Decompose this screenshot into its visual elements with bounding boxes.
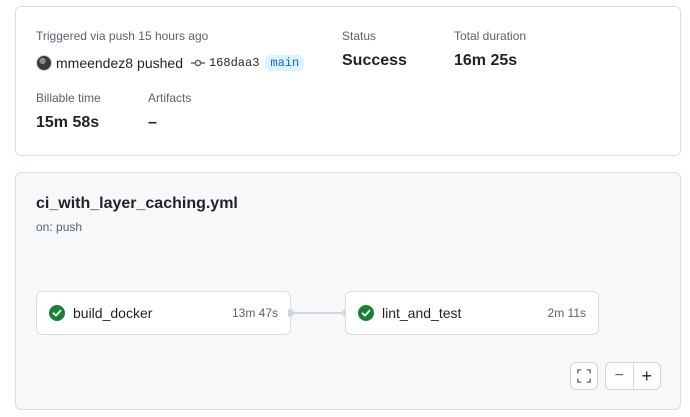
workflow-file-title[interactable]: ci_with_layer_caching.yml bbox=[36, 195, 238, 213]
actor-row: mmeendez8 pushed 168daa3 main bbox=[36, 53, 305, 73]
artifacts-label: Artifacts bbox=[148, 91, 192, 105]
job-name: lint_and_test bbox=[382, 305, 462, 321]
actor-name[interactable]: mmeendez8 bbox=[56, 55, 133, 71]
check-circle-icon bbox=[49, 305, 65, 321]
job-lint-and-test[interactable]: lint_and_test 2m 11s bbox=[345, 291, 599, 335]
status-label: Status bbox=[342, 29, 377, 43]
status-value: Success bbox=[342, 52, 407, 69]
fullscreen-icon bbox=[577, 369, 591, 383]
commit-sha-link[interactable]: 168daa3 bbox=[209, 56, 259, 70]
git-commit-icon bbox=[190, 56, 205, 70]
avatar[interactable] bbox=[36, 55, 52, 71]
duration-label: Total duration bbox=[454, 29, 527, 43]
workflow-graph-card: ci_with_layer_caching.yml on: push build… bbox=[15, 172, 681, 410]
branch-badge[interactable]: main bbox=[265, 55, 305, 71]
fullscreen-button[interactable] bbox=[570, 362, 598, 390]
run-summary-card: Triggered via push 15 hours ago mmeendez… bbox=[15, 6, 681, 156]
zoom-in-button[interactable]: + bbox=[632, 363, 661, 389]
job-duration: 2m 11s bbox=[547, 306, 586, 320]
zoom-controls: − + bbox=[605, 362, 661, 390]
billable-label: Billable time bbox=[36, 91, 101, 105]
artifacts-value: – bbox=[148, 114, 157, 131]
check-circle-icon bbox=[358, 305, 374, 321]
zoom-out-button[interactable]: − bbox=[606, 363, 633, 389]
job-build-docker[interactable]: build_docker 13m 47s bbox=[36, 291, 291, 335]
workflow-trigger: on: push bbox=[36, 220, 83, 234]
billable-value: 15m 58s bbox=[36, 114, 100, 131]
actor-action: pushed bbox=[137, 55, 183, 71]
job-name: build_docker bbox=[73, 305, 153, 321]
minus-icon: − bbox=[614, 367, 624, 384]
duration-value: 16m 25s bbox=[454, 52, 518, 69]
job-duration: 13m 47s bbox=[231, 306, 278, 320]
trigger-text: Triggered via push 15 hours ago bbox=[36, 29, 209, 43]
plus-icon: + bbox=[641, 365, 652, 386]
